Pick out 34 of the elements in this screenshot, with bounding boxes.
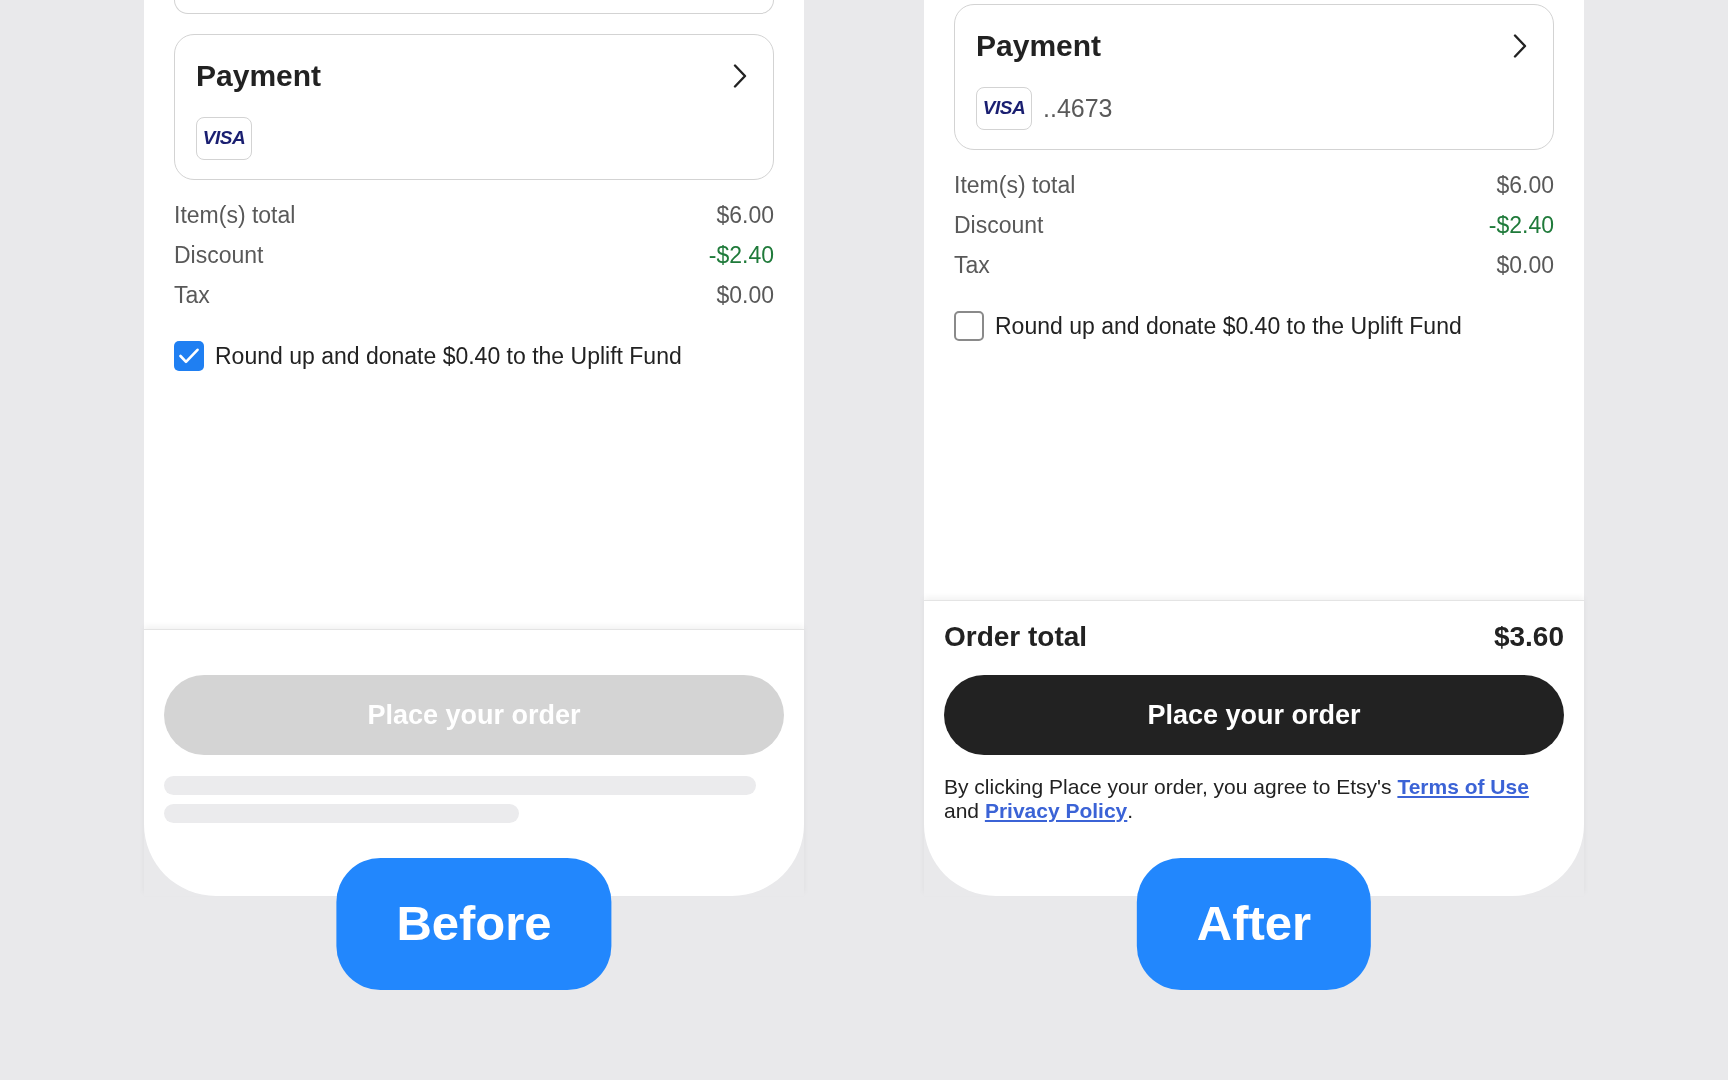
summary-label: Discount <box>174 240 264 270</box>
donate-checkbox[interactable] <box>174 341 204 371</box>
payment-card[interactable]: Payment VISA <box>174 34 774 180</box>
legal-link[interactable]: Terms of Use <box>1397 775 1529 798</box>
summary-label: Tax <box>954 250 990 280</box>
summary-amount: -$2.40 <box>1488 210 1554 240</box>
legal-notice: By clicking Place your order, you agree to Etsy's Terms of Use and Privacy Policy. <box>944 775 1530 823</box>
summary-amount: $0.00 <box>716 280 774 310</box>
summary-amount: $0.00 <box>1496 250 1554 280</box>
checkmark-icon <box>179 348 199 364</box>
checkbox-label: Round up and donate $0.40 to the Uplift Fund <box>995 311 1462 341</box>
version-label: Before <box>336 858 612 990</box>
summary-amount: $6.00 <box>716 200 774 230</box>
summary-label: Discount <box>954 210 1044 240</box>
card-brand-logo: VISA <box>196 117 252 160</box>
summary-label: Tax <box>174 280 210 310</box>
summary-amount: -$2.40 <box>708 240 774 270</box>
donate-checkbox[interactable] <box>954 311 984 341</box>
legal-link[interactable]: Privacy Policy <box>984 799 1128 822</box>
order-total-label: Order total <box>944 620 1088 654</box>
summary-amount: $6.00 <box>1496 170 1554 200</box>
chevron-right-icon <box>1513 34 1527 58</box>
card-brand-logo: VISA <box>976 87 1032 130</box>
summary-label: Item(s) total <box>174 200 296 230</box>
card-title: Payment <box>196 59 322 93</box>
checkbox-label: Round up and donate $0.40 to the Uplift Fund <box>215 341 682 371</box>
card-number: ..4673 <box>1043 92 1113 124</box>
summary-label: Item(s) total <box>954 170 1076 200</box>
order-total-amount: $3.60 <box>1493 620 1564 654</box>
payment-card[interactable]: Payment VISA ..4673 <box>954 4 1554 150</box>
chevron-right-icon <box>733 64 747 88</box>
place-order-button[interactable]: Place your order <box>944 675 1564 755</box>
version-label: After <box>1136 858 1372 990</box>
card-title: Payment <box>976 29 1102 63</box>
